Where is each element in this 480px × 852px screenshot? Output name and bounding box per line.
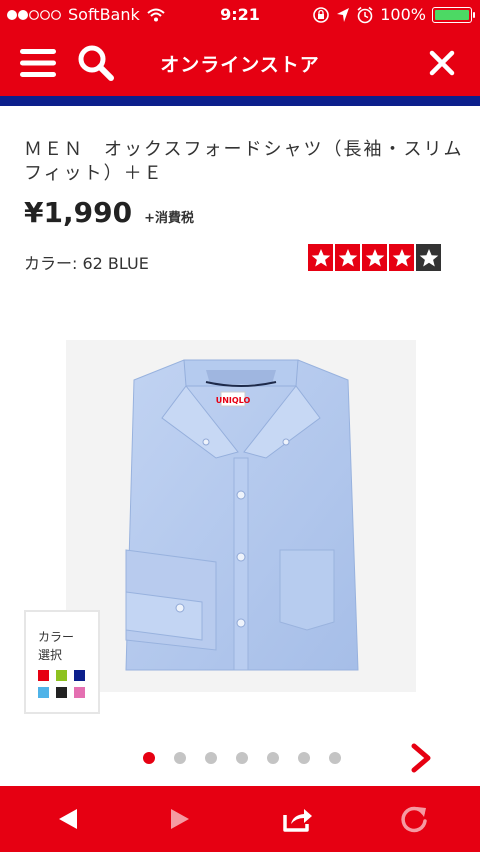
- nav-bar: オンラインストア: [0, 30, 480, 96]
- star-icon: [392, 248, 411, 266]
- nav-title: オンラインストア: [160, 54, 320, 76]
- alarm-icon: [357, 6, 373, 23]
- battery-percent: 100%: [380, 5, 426, 24]
- pagination-dot[interactable]: [298, 752, 310, 764]
- location-icon: [337, 7, 350, 22]
- rating-star: [416, 244, 441, 271]
- pagination-dot[interactable]: [267, 752, 279, 764]
- close-icon: [429, 50, 455, 76]
- back-button[interactable]: [38, 786, 98, 852]
- rating-star: [308, 244, 333, 271]
- color-swatch[interactable]: [56, 670, 67, 681]
- reload-button[interactable]: [384, 786, 444, 852]
- battery-icon: [432, 6, 475, 23]
- back-icon: [59, 809, 77, 829]
- chevron-right-icon: [411, 743, 431, 773]
- shirt-illustration: UNIQLO: [125, 359, 359, 671]
- gallery-pagination: [143, 752, 341, 764]
- pagination-dot[interactable]: [236, 752, 248, 764]
- app-screen: SoftBank 9:21 100% オンラインストア ＭＥＮ オックスフォード…: [0, 0, 480, 852]
- pagination-dot[interactable]: [174, 752, 186, 764]
- color-swatch[interactable]: [56, 687, 67, 698]
- status-bar: SoftBank 9:21 100%: [0, 0, 480, 30]
- brand-stripe: [0, 96, 480, 106]
- color-select-label-line1: カラー: [38, 630, 75, 644]
- star-icon: [419, 248, 438, 266]
- product-price: ¥1,990: [24, 196, 133, 229]
- rating-star: [362, 244, 387, 271]
- reload-icon: [401, 806, 427, 833]
- rotation-lock-icon: [313, 6, 330, 23]
- price-row: ¥1,990 +消費税: [24, 196, 194, 229]
- tax-label: +消費税: [144, 211, 194, 226]
- close-button[interactable]: [414, 30, 470, 96]
- selected-color: カラー: 62 BLUE: [24, 254, 149, 273]
- rating-stars[interactable]: [308, 244, 441, 271]
- forward-button[interactable]: [150, 786, 210, 852]
- product-image[interactable]: UNIQLO: [66, 340, 416, 692]
- brand-tag: UNIQLO: [216, 396, 251, 405]
- pagination-dot[interactable]: [329, 752, 341, 764]
- pagination-dot[interactable]: [205, 752, 217, 764]
- share-icon: [283, 809, 312, 832]
- color-select-panel[interactable]: カラー 選択: [24, 610, 100, 714]
- color-swatch[interactable]: [38, 687, 49, 698]
- color-swatch[interactable]: [38, 670, 49, 681]
- color-swatch[interactable]: [74, 687, 85, 698]
- bottom-toolbar: [0, 786, 480, 852]
- share-button[interactable]: [268, 786, 328, 852]
- next-image-button[interactable]: [408, 742, 436, 774]
- product-title: ＭＥＮ オックスフォードシャツ（長袖・スリムフィット）＋Ｅ: [24, 139, 464, 184]
- pagination-dot[interactable]: [143, 752, 155, 764]
- star-icon: [365, 248, 384, 266]
- star-icon: [311, 248, 330, 266]
- color-select-label-line2: 選択: [38, 648, 63, 662]
- rating-star: [389, 244, 414, 271]
- rating-star: [335, 244, 360, 271]
- forward-icon: [171, 809, 189, 829]
- color-swatch-grid: [38, 670, 85, 698]
- star-icon: [338, 248, 357, 266]
- color-select-label: カラー 選択: [38, 628, 74, 664]
- status-right: 100%: [312, 5, 475, 24]
- color-swatch[interactable]: [74, 670, 85, 681]
